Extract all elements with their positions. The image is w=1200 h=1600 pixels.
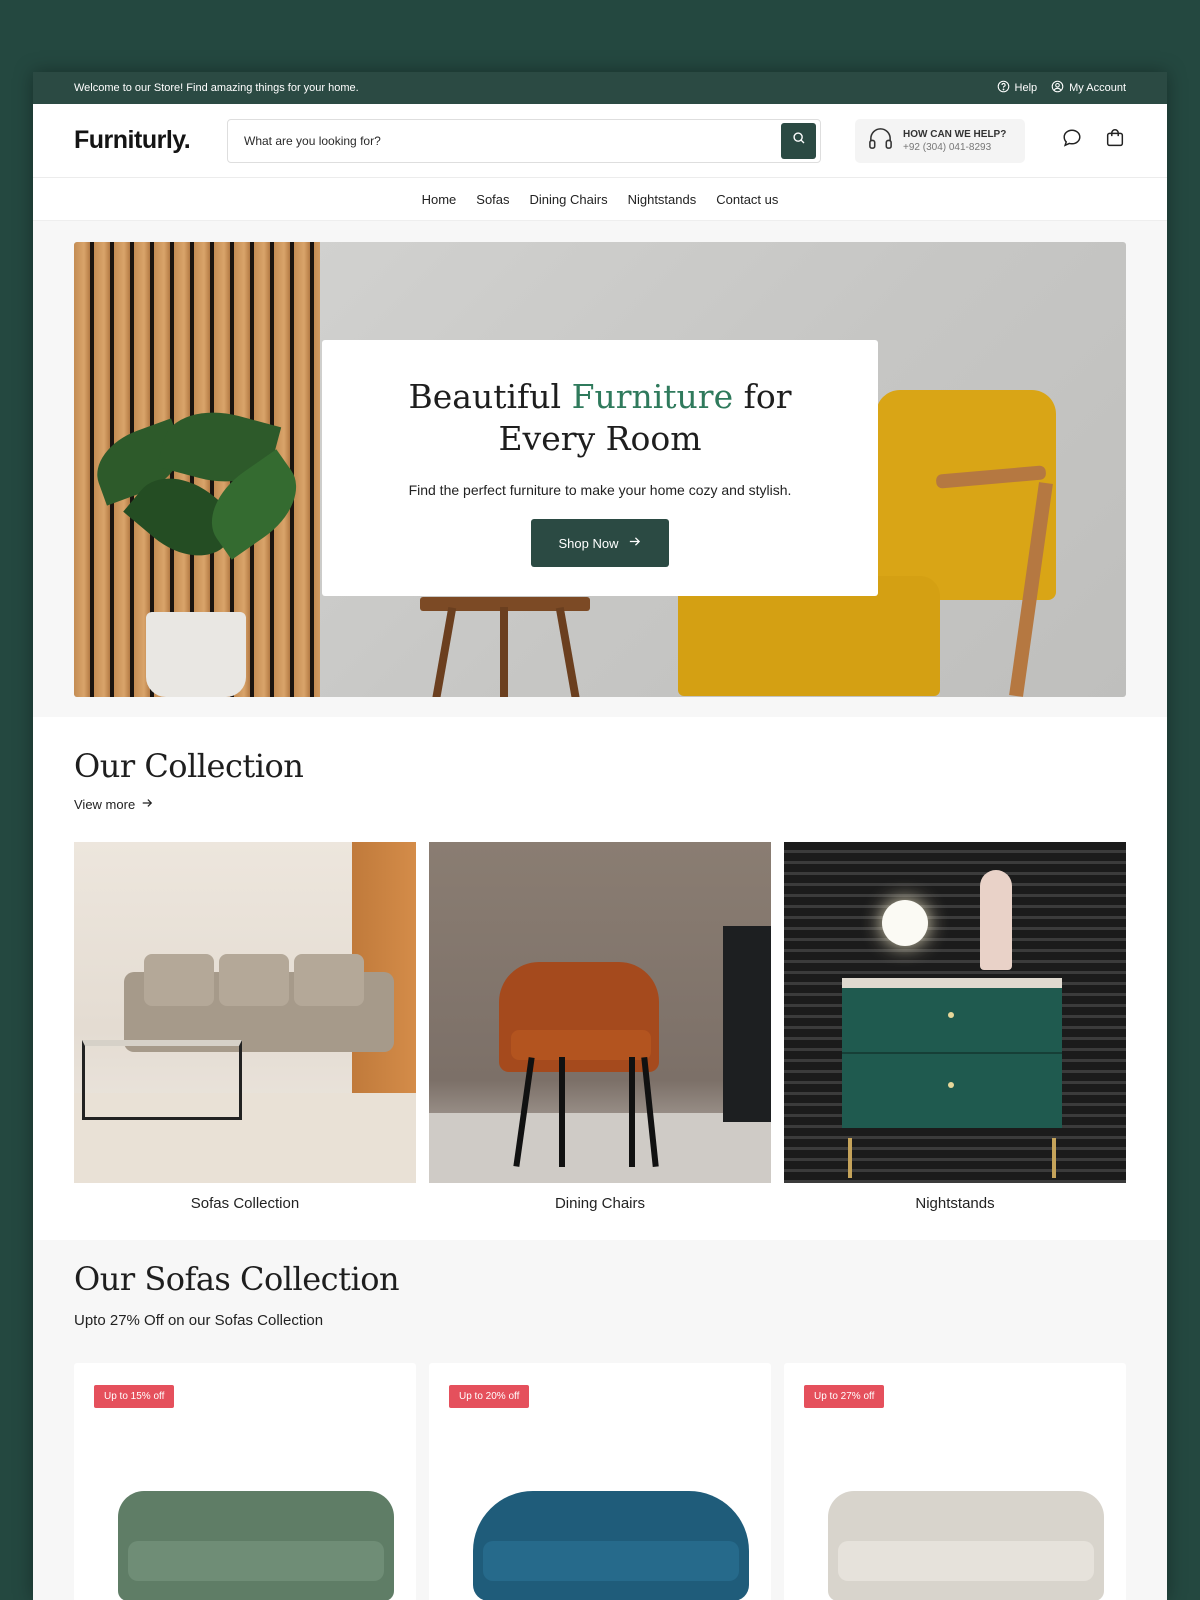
nav-item-dining-chairs[interactable]: Dining Chairs [530, 192, 608, 207]
top-bar-links: Help My Account [997, 80, 1126, 96]
beige-sofa-seat [838, 1541, 1094, 1581]
product-card[interactable]: Up to 27% off [784, 1363, 1126, 1600]
search-icon [792, 131, 806, 150]
product-card[interactable]: Up to 15% off [74, 1363, 416, 1600]
arrow-right-icon [141, 797, 153, 812]
sofas-collection-image [74, 842, 416, 1183]
help-link[interactable]: Help [997, 80, 1038, 96]
support-phone: +92 (304) 041-8293 [903, 141, 992, 153]
collection-title: Our Collection [74, 747, 304, 785]
side-table-leg [500, 607, 508, 697]
view-more-link[interactable]: View more [74, 797, 153, 812]
support-contact[interactable]: HOW CAN WE HELP? +92 (304) 041-8293 [855, 118, 1025, 163]
collection-card-label: Dining Chairs [554, 1195, 646, 1212]
blue-loveseat-seat [483, 1541, 739, 1581]
support-title: HOW CAN WE HELP? [903, 128, 1007, 140]
logo[interactable]: Furniturly. [74, 126, 227, 155]
search-button[interactable] [781, 122, 816, 159]
collection-card-sofas[interactable]: Sofas Collection [74, 842, 416, 1212]
search-input[interactable] [244, 133, 781, 148]
sofas-title: Our Sofas Collection [74, 1260, 400, 1298]
side-table-leg [555, 607, 581, 697]
green-sofa-seat [128, 1541, 384, 1581]
help-label: Help [1014, 82, 1038, 94]
nav-item-sofas[interactable]: Sofas [476, 192, 509, 207]
page-frame: Welcome to our Store! Find amazing thing… [33, 72, 1167, 1600]
hero-title-start: Beautiful [408, 377, 572, 416]
welcome-message: Welcome to our Store! Find amazing thing… [74, 82, 359, 94]
collection-cards: Sofas Collection Dining Chairs Nightstan… [74, 842, 1126, 1212]
hero-card: Beautiful Furniture for Every Room Find … [322, 340, 878, 596]
my-account-link[interactable]: My Account [1051, 80, 1126, 96]
nightstands-image [784, 842, 1126, 1183]
hero-title: Beautiful Furniture for Every Room [322, 376, 878, 460]
shopping-bag-icon[interactable] [1104, 127, 1126, 154]
headphones-icon [867, 125, 894, 157]
nav-item-home[interactable]: Home [422, 192, 457, 207]
collection-section: Our Collection View more Sofas Collectio… [33, 717, 1167, 1240]
main-nav: Home Sofas Dining Chairs Nightstands Con… [33, 178, 1167, 221]
shop-now-label: Shop Now [558, 535, 619, 551]
discount-badge: Up to 15% off [94, 1385, 175, 1408]
header-actions [1061, 127, 1126, 154]
product-card[interactable]: Up to 20% off [429, 1363, 771, 1600]
support-text: HOW CAN WE HELP? +92 (304) 041-8293 [903, 129, 1006, 153]
dining-chairs-image [429, 842, 771, 1183]
discount-badge: Up to 20% off [449, 1385, 530, 1408]
arrow-right-icon [628, 535, 641, 551]
side-table-leg [431, 607, 457, 697]
header: Furniturly. HOW CAN WE HELP? +92 (304) 0… [33, 104, 1167, 178]
hero-banner: Beautiful Furniture for Every Room Find … [74, 242, 1126, 697]
collection-card-nightstands[interactable]: Nightstands [784, 842, 1126, 1212]
nav-item-contact-us[interactable]: Contact us [716, 192, 778, 207]
nav-item-nightstands[interactable]: Nightstands [628, 192, 697, 207]
collection-card-label: Nightstands [915, 1195, 995, 1212]
collection-card-label: Sofas Collection [190, 1195, 300, 1212]
user-circle-icon [1051, 80, 1064, 96]
plant-pot-image [146, 612, 246, 697]
hero-title-accent: Furniture [571, 377, 734, 416]
collection-card-dining-chairs[interactable]: Dining Chairs [429, 842, 771, 1212]
hero-subtitle: Find the perfect furniture to make your … [408, 482, 792, 498]
help-circle-icon [997, 80, 1010, 96]
top-bar: Welcome to our Store! Find amazing thing… [33, 72, 1167, 104]
shop-now-button[interactable]: Shop Now [530, 519, 670, 567]
hero-section: Beautiful Furniture for Every Room Find … [33, 221, 1167, 717]
search-bar [227, 118, 821, 163]
sofas-section: Our Sofas Collection Upto 27% Off on our… [33, 1240, 1167, 1600]
discount-badge: Up to 27% off [804, 1385, 885, 1408]
my-account-label: My Account [1069, 82, 1126, 94]
chat-icon[interactable] [1061, 127, 1083, 154]
sofas-subtitle: Upto 27% Off on our Sofas Collection [74, 1312, 324, 1329]
product-list: Up to 15% off Up to 20% off Up to 27% of… [74, 1363, 1126, 1600]
view-more-label: View more [74, 797, 136, 812]
